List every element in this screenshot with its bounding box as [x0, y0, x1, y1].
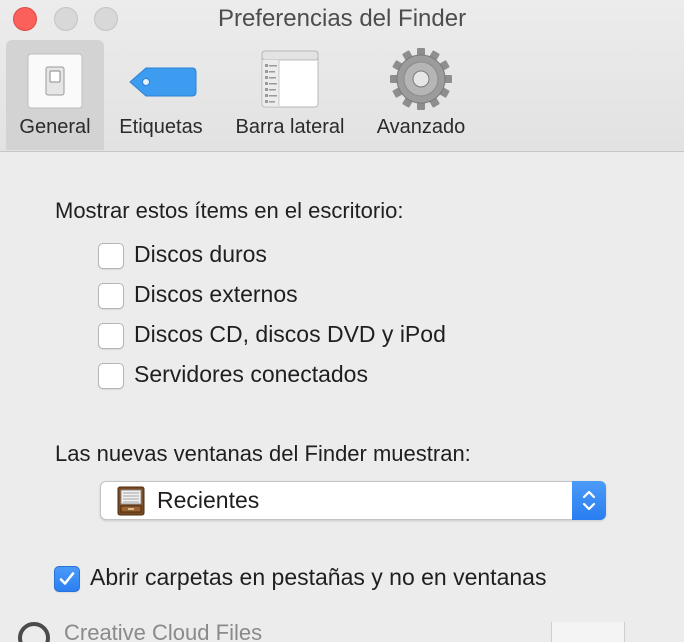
hard-disks-label: Discos duros: [134, 241, 267, 267]
creative-cloud-icon: [18, 622, 50, 642]
connected-servers-checkbox[interactable]: [98, 363, 124, 389]
popup-stepper-arrows-icon[interactable]: [572, 481, 606, 520]
background-item-label: Creative Cloud Files: [64, 622, 263, 642]
background-panel: [551, 622, 625, 642]
tab-etiquetas[interactable]: Etiquetas: [108, 40, 214, 150]
tab-barra-lateral[interactable]: Barra lateral: [222, 40, 358, 150]
switch-icon: [6, 48, 104, 110]
tab-avanzado-label: Avanzado: [376, 116, 466, 138]
checkmark-icon: [59, 572, 75, 585]
title-bar: Preferencias del Finder General Etiqueta…: [0, 0, 684, 152]
tab-barra-lateral-label: Barra lateral: [235, 116, 345, 138]
window-title: Preferencias del Finder: [217, 5, 467, 32]
new-windows-heading: Las nuevas ventanas del Finder muestran:: [55, 441, 471, 466]
tag-icon: [108, 48, 214, 110]
cd-dvd-ipod-checkbox[interactable]: [98, 323, 124, 349]
hard-disks-checkbox[interactable]: [98, 243, 124, 269]
new-windows-selected: Recientes: [157, 487, 260, 513]
gear-icon: [366, 48, 476, 110]
recents-cabinet-icon: [115, 485, 147, 517]
cd-dvd-ipod-label: Discos CD, discos DVD y iPod: [134, 321, 446, 347]
background-window: Creative Cloud Files: [0, 622, 684, 642]
connected-servers-label: Servidores conectados: [134, 361, 368, 387]
tab-general[interactable]: General: [6, 40, 104, 150]
desktop-items-heading: Mostrar estos ítems en el escritorio:: [55, 198, 404, 223]
tab-general-label: General: [19, 116, 91, 138]
open-in-tabs-label: Abrir carpetas en pestañas y no en venta…: [90, 564, 547, 590]
external-disks-label: Discos externos: [134, 281, 298, 307]
sidebar-icon: [222, 48, 358, 110]
tab-etiquetas-label: Etiquetas: [119, 116, 203, 138]
tab-avanzado[interactable]: Avanzado: [366, 40, 476, 150]
new-windows-popup[interactable]: Recientes: [100, 481, 606, 520]
external-disks-checkbox[interactable]: [98, 283, 124, 309]
open-in-tabs-checkbox[interactable]: [54, 566, 80, 592]
finder-preferences-window: Preferencias del Finder General Etiqueta…: [0, 0, 684, 642]
